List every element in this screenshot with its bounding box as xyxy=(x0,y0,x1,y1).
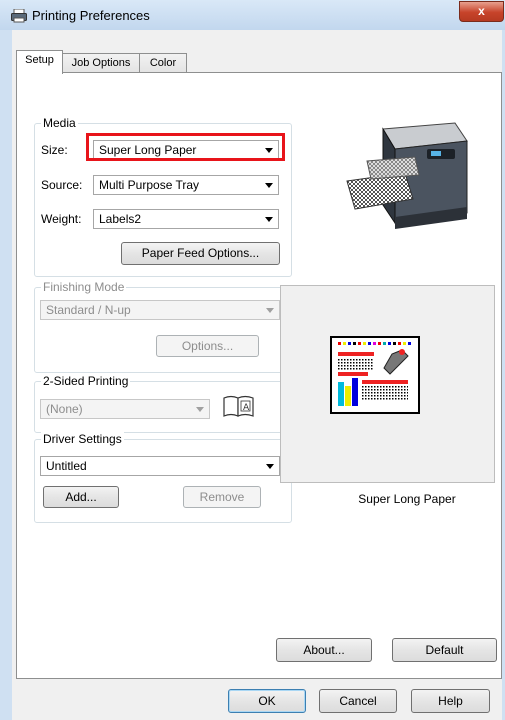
tab-color[interactable]: Color xyxy=(139,53,187,73)
window-title: Printing Preferences xyxy=(32,8,150,23)
printing-preferences-window: Printing Preferences x Setup Job Options… xyxy=(0,0,505,720)
finishing-mode-value: Standard / N-up xyxy=(46,303,131,317)
paper-preview xyxy=(280,285,495,483)
ok-button[interactable]: OK xyxy=(228,689,306,713)
driver-settings-group: Driver Settings Untitled Add... Remove xyxy=(34,432,292,523)
preview-sample-graphic xyxy=(338,342,411,406)
source-value: Multi Purpose Tray xyxy=(99,178,200,192)
weight-dropdown[interactable]: Labels2 xyxy=(93,209,279,229)
setup-panel: Media Size: Super Long Paper Source: Mul… xyxy=(16,72,502,679)
default-button[interactable]: Default xyxy=(392,638,497,662)
book-icon: A xyxy=(223,395,254,417)
source-dropdown[interactable]: Multi Purpose Tray xyxy=(93,175,279,195)
remove-button[interactable]: Remove xyxy=(183,486,261,508)
paper-thumbnail xyxy=(330,336,420,414)
chevron-down-icon xyxy=(265,217,273,222)
dialog-client: Setup Job Options Color Media Size: Supe… xyxy=(12,30,502,720)
size-label: Size: xyxy=(41,143,68,157)
media-group-label: Media xyxy=(41,116,78,130)
finishing-mode-group: Finishing Mode Standard / N-up Options..… xyxy=(34,280,292,373)
source-label: Source: xyxy=(41,178,83,192)
finishing-options-button[interactable]: Options... xyxy=(156,335,259,357)
driver-settings-value: Untitled xyxy=(46,459,87,473)
printer-image xyxy=(346,122,468,229)
two-sided-dropdown[interactable]: (None) xyxy=(40,399,210,419)
svg-text:A: A xyxy=(243,403,250,413)
finishing-mode-dropdown[interactable]: Standard / N-up xyxy=(40,300,280,320)
finishing-mode-label: Finishing Mode xyxy=(41,280,127,294)
two-sided-value: (None) xyxy=(46,402,83,416)
title-bar: Printing Preferences x xyxy=(0,0,505,30)
help-button[interactable]: Help xyxy=(411,689,490,713)
two-sided-printing-group: 2-Sided Printing (None) A xyxy=(34,374,292,433)
weight-label: Weight: xyxy=(41,212,82,226)
printer-icon xyxy=(11,9,27,23)
chevron-down-icon xyxy=(265,183,273,188)
driver-settings-label: Driver Settings xyxy=(41,432,124,446)
chevron-down-icon xyxy=(196,407,204,412)
preview-caption: Super Long Paper xyxy=(358,492,456,506)
weight-value: Labels2 xyxy=(99,212,142,226)
color-bar-strip xyxy=(338,342,411,345)
add-button[interactable]: Add... xyxy=(43,486,119,508)
about-button[interactable]: About... xyxy=(276,638,372,662)
tab-setup[interactable]: Setup xyxy=(16,50,63,74)
tab-job-options[interactable]: Job Options xyxy=(61,53,141,73)
two-sided-printing-label: 2-Sided Printing xyxy=(41,374,131,388)
chevron-down-icon xyxy=(266,308,274,313)
cancel-button[interactable]: Cancel xyxy=(319,689,397,713)
close-button[interactable]: x xyxy=(459,1,504,22)
chevron-down-icon xyxy=(266,464,274,469)
size-highlight-box xyxy=(86,133,285,161)
paper-feed-options-button[interactable]: Paper Feed Options... xyxy=(121,242,280,265)
driver-settings-dropdown[interactable]: Untitled xyxy=(40,456,280,476)
